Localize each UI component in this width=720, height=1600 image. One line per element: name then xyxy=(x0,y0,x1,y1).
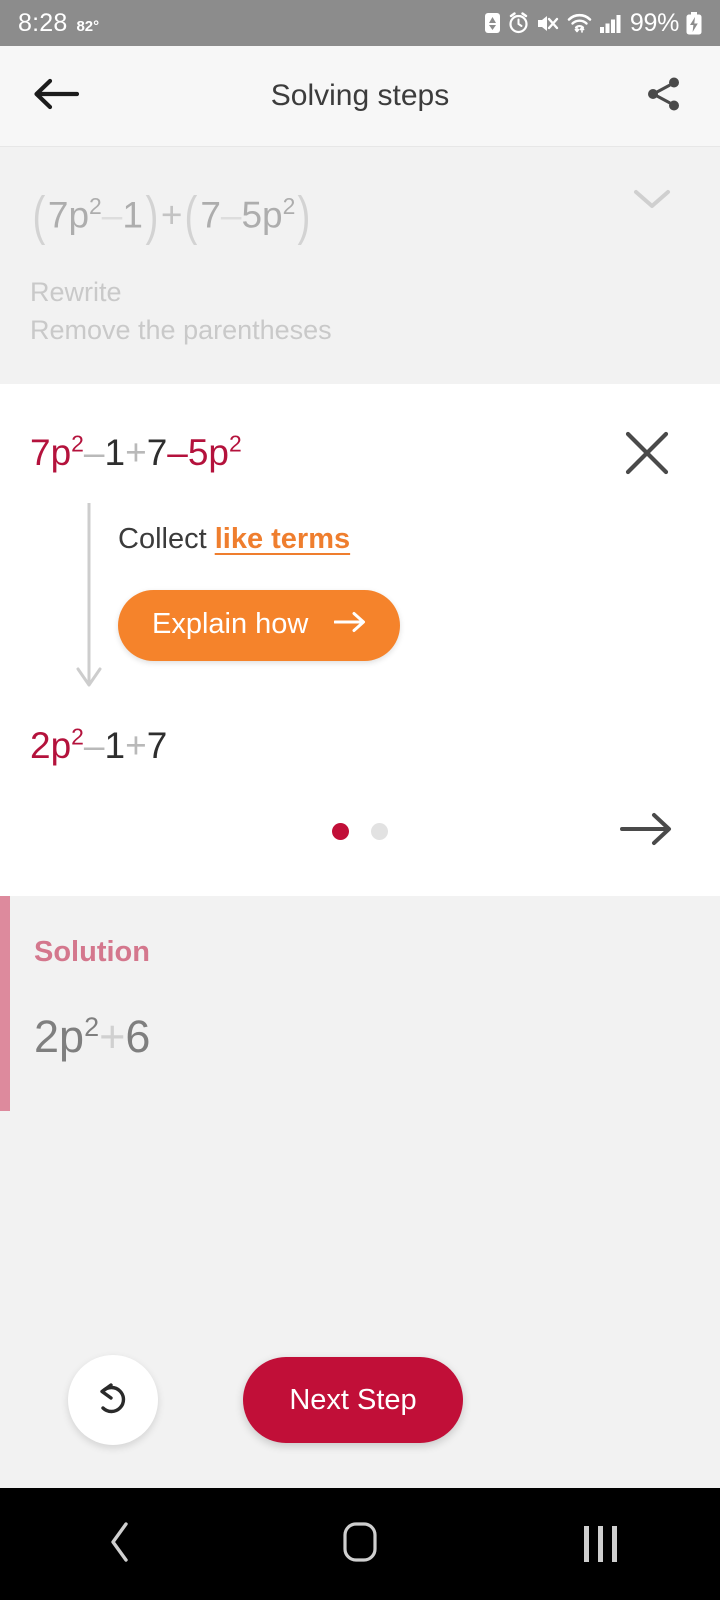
current-step-expression: 7p2–1+7–5p2 xyxy=(30,432,242,474)
paren-open-2: ( xyxy=(184,186,198,246)
status-bar-left: 8:28 82° xyxy=(18,9,99,38)
cur-exp-1: 2 xyxy=(71,430,84,457)
current-step-header: 7p2–1+7–5p2 xyxy=(30,431,690,483)
status-time: 8:28 xyxy=(18,8,68,37)
back-button[interactable] xyxy=(28,68,84,124)
prev-term-1: 7p xyxy=(47,194,90,236)
status-bar: 8:28 82° 99% xyxy=(0,0,720,46)
close-step-button[interactable] xyxy=(622,428,672,483)
card-footer xyxy=(30,767,690,882)
bottom-actions: Next Step xyxy=(0,1320,720,1480)
mute-icon xyxy=(536,13,559,34)
cellular-signal-icon xyxy=(599,13,623,33)
prev-exp-2: 2 xyxy=(282,193,296,220)
cur-op-1: – xyxy=(83,431,105,473)
arrow-right-icon xyxy=(620,812,672,851)
res-term-2: 1 xyxy=(104,724,126,766)
chevron-down-icon xyxy=(632,190,672,215)
explain-how-button[interactable]: Explain how xyxy=(118,589,401,661)
share-icon xyxy=(644,74,684,119)
previous-step-expression: (7p2–1)+(7–5p2) xyxy=(30,185,690,247)
android-recents-icon xyxy=(583,1526,617,1562)
android-recents-button[interactable] xyxy=(480,1526,720,1562)
res-term-1: 2p xyxy=(30,724,72,766)
cur-term-2: 1 xyxy=(104,431,126,473)
pagination-dot-1[interactable] xyxy=(332,822,349,840)
prev-exp-1: 2 xyxy=(89,193,102,220)
share-button[interactable] xyxy=(636,68,692,124)
charging-battery-icon xyxy=(686,11,702,35)
solution-card: Solution 2p2+6 xyxy=(0,895,720,1111)
undo-icon xyxy=(91,1377,135,1424)
cur-term-1: 7p xyxy=(30,431,72,473)
prev-op-2: + xyxy=(160,194,183,236)
previous-step-label: Rewrite Remove the parentheses xyxy=(30,273,690,350)
res-term-3: 7 xyxy=(146,724,168,766)
app-bar: Solving steps xyxy=(0,46,720,147)
like-terms-link[interactable]: like terms xyxy=(215,523,350,555)
wifi-icon xyxy=(566,12,593,34)
undo-button[interactable] xyxy=(68,1355,158,1445)
page-title: Solving steps xyxy=(270,79,450,112)
cur-term-4: 5p xyxy=(187,431,229,473)
prev-op-3: – xyxy=(220,194,242,236)
hint-prefix: Collect xyxy=(118,522,215,555)
expand-step-button[interactable] xyxy=(632,187,672,216)
res-op-2: + xyxy=(125,724,147,766)
solution-accent-bar xyxy=(0,895,10,1111)
previous-step-label-line1: Rewrite xyxy=(30,277,122,307)
current-step-result: 2p2–1+7 xyxy=(30,725,690,767)
hint-text: Collect like terms xyxy=(118,523,690,556)
prev-term-3: 7 xyxy=(200,194,221,236)
sol-base: 2p xyxy=(34,1010,85,1062)
back-arrow-icon xyxy=(33,77,80,116)
status-temperature: 82° xyxy=(76,17,100,35)
res-op-1: – xyxy=(83,724,105,766)
cur-exp-2: 2 xyxy=(229,430,242,457)
sol-op: + xyxy=(99,1010,126,1062)
sol-term: 6 xyxy=(125,1010,151,1062)
current-step-card: 7p2–1+7–5p2 Collect like terms Explain h… xyxy=(0,383,720,896)
cur-term-3: 7 xyxy=(146,431,168,473)
android-home-icon xyxy=(342,1521,378,1568)
next-hint-button[interactable] xyxy=(620,811,672,852)
cur-op-3: – xyxy=(167,431,188,473)
android-back-button[interactable] xyxy=(0,1521,240,1568)
pagination-dot-2[interactable] xyxy=(371,822,388,840)
sol-exponent: 2 xyxy=(84,1011,100,1042)
battery-percent: 99% xyxy=(629,8,679,37)
android-nav-bar xyxy=(0,1488,720,1600)
solution-title: Solution xyxy=(34,935,150,968)
android-back-icon xyxy=(108,1521,132,1568)
android-home-button[interactable] xyxy=(240,1521,480,1568)
pagination-dots xyxy=(332,822,388,840)
previous-step-label-line2: Remove the parentheses xyxy=(30,315,332,346)
status-bar-right: 99% xyxy=(484,9,702,38)
battery-saver-icon xyxy=(484,12,501,34)
cur-op-2: + xyxy=(125,431,147,473)
explain-how-label: Explain how xyxy=(152,607,309,640)
next-step-button[interactable]: Next Step xyxy=(243,1357,463,1443)
step-hint-block: Collect like terms Explain how xyxy=(30,483,690,715)
paren-open-1: ( xyxy=(32,186,46,246)
previous-step[interactable]: (7p2–1)+(7–5p2) Rewrite Remove the paren… xyxy=(0,147,720,384)
res-exp-1: 2 xyxy=(71,723,84,750)
arrow-right-icon xyxy=(333,608,366,641)
close-icon xyxy=(622,431,672,482)
prev-op-1: – xyxy=(101,194,123,236)
alarm-icon xyxy=(508,12,529,34)
flow-arrow xyxy=(74,501,104,698)
arrow-down-icon xyxy=(74,501,104,697)
prev-term-4: 5p xyxy=(241,194,283,236)
prev-term-2: 1 xyxy=(122,194,143,236)
paren-close-1: ) xyxy=(145,186,159,246)
paren-close-2: ) xyxy=(297,186,311,246)
solution-expression: 2p2+6 xyxy=(34,1011,690,1063)
